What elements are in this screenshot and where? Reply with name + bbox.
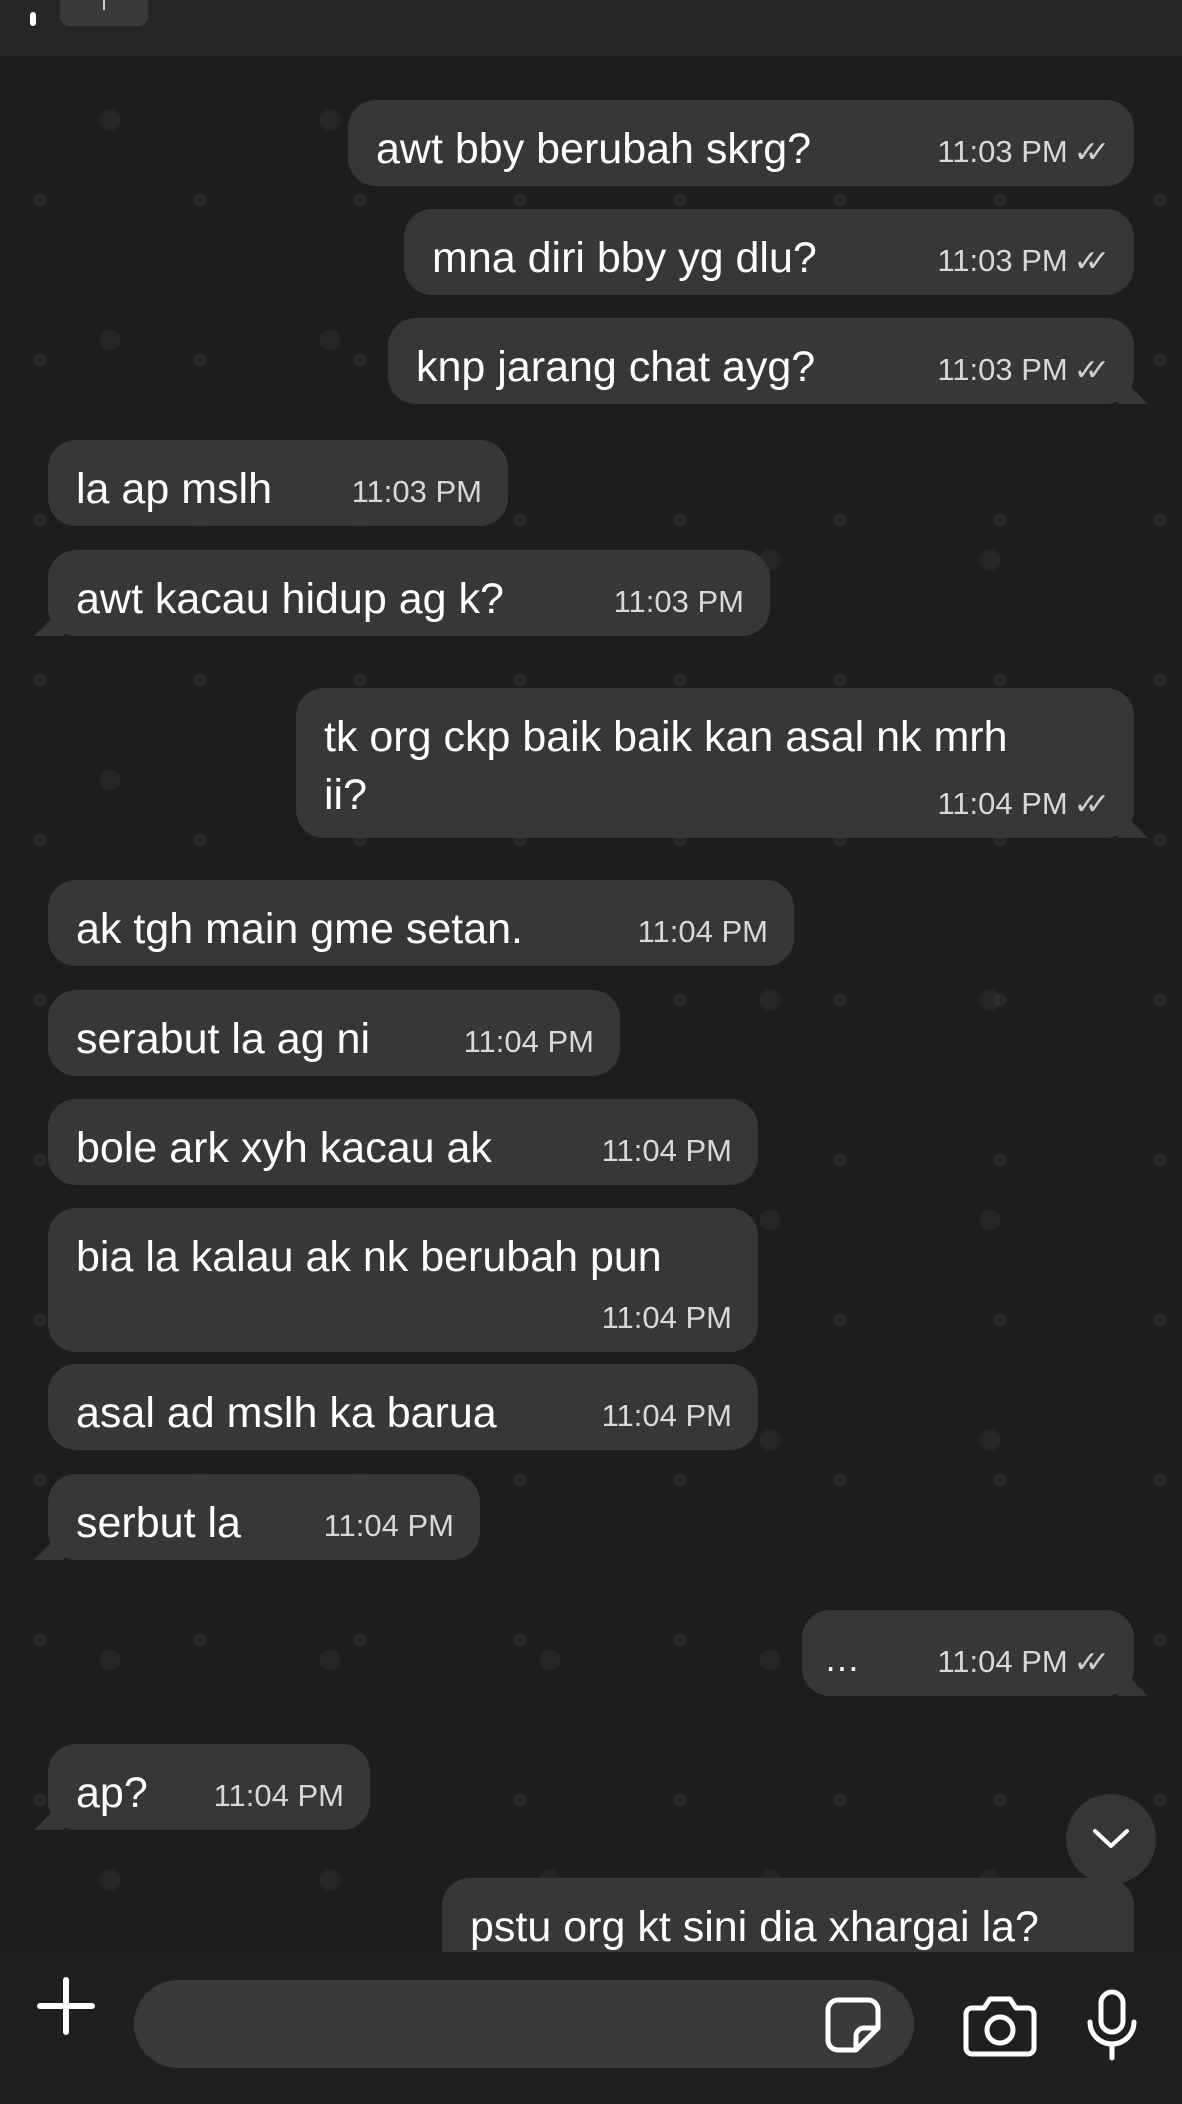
message-time: 11:04 PM — [213, 1778, 344, 1813]
chat-area[interactable]: awt bby berubah skrg? 11:03 PM ✓✓ mna di… — [0, 0, 1182, 1952]
message-meta: 11:03 PM — [352, 474, 482, 510]
camera-button[interactable] — [962, 1992, 1038, 2058]
sticker-icon — [825, 1997, 881, 2053]
bubble-tail — [34, 606, 64, 636]
read-receipt-icon: ✓✓ — [1073, 244, 1110, 278]
microphone-icon — [1087, 1989, 1137, 2061]
message-meta: 11:03 PM ✓✓ — [937, 352, 1110, 388]
attach-button[interactable] — [34, 1974, 98, 2038]
microphone-button[interactable] — [1082, 1988, 1142, 2062]
message-meta: 11:04 PM — [214, 1778, 344, 1814]
message-bubble-incoming[interactable]: la ap mslh 11:03 PM — [48, 440, 508, 526]
message-text: bia la kalau ak nk berubah pun — [76, 1233, 662, 1281]
message-meta: 11:04 PM — [638, 914, 768, 950]
message-bubble-incoming[interactable]: serbut la 11:04 PM — [34, 1474, 480, 1560]
message-time: 11:04 PM — [463, 1024, 594, 1059]
message-time: 11:04 PM — [601, 1300, 732, 1335]
message-input[interactable] — [134, 1980, 914, 2068]
message-bubble-outgoing[interactable]: tk org ckp baik baik kan asal nk mrh ii?… — [296, 688, 1148, 838]
message-meta: 11:03 PM — [614, 584, 744, 620]
top-bar — [0, 0, 1182, 56]
message-meta: 11:04 PM — [602, 1398, 732, 1434]
status-indicator — [30, 12, 36, 26]
message-bubble-incoming[interactable]: ap? 11:04 PM — [34, 1744, 370, 1830]
message-time: 11:04 PM — [937, 1644, 1068, 1679]
plus-icon — [37, 1977, 95, 2035]
message-time: 11:04 PM — [323, 1508, 454, 1543]
message-meta: 11:04 PM — [464, 1024, 594, 1060]
camera-icon — [963, 1996, 1037, 2057]
message-bubble-incoming[interactable]: serabut la ag ni 11:04 PM — [48, 990, 620, 1076]
bubble-tail — [34, 1800, 64, 1830]
bubble-tail — [1118, 808, 1148, 838]
chevron-down-icon — [1093, 1829, 1129, 1848]
message-bubble-incoming[interactable]: bole ark xyh kacau ak 11:04 PM — [48, 1099, 758, 1185]
message-time: 11:04 PM — [937, 786, 1068, 821]
bubble-tail — [1118, 1666, 1148, 1696]
message-time: 11:04 PM — [601, 1398, 732, 1433]
message-time: 11:03 PM — [351, 474, 482, 509]
read-receipt-icon: ✓✓ — [1073, 787, 1110, 821]
message-text-line-1: tk org ckp baik baik kan asal nk mrh — [324, 713, 1008, 761]
scroll-down-button[interactable] — [1066, 1794, 1156, 1884]
input-bar — [0, 1952, 1182, 2104]
message-time: 11:03 PM — [937, 134, 1068, 169]
message-text: pstu org kt sini dia xhargai la? — [470, 1903, 1039, 1951]
top-pill-button[interactable] — [60, 0, 148, 26]
sticker-button[interactable] — [822, 1994, 884, 2056]
message-bubble-incoming[interactable]: ak tgh main gme setan. 11:04 PM — [48, 880, 794, 966]
message-meta: 11:04 PM ✓✓ — [937, 1644, 1110, 1680]
message-time: 11:03 PM — [937, 243, 1068, 278]
message-bubble-incoming[interactable]: asal ad mslh ka barua 11:04 PM — [48, 1364, 758, 1450]
message-meta: 11:03 PM ✓✓ — [937, 134, 1110, 170]
message-time: 11:04 PM — [637, 914, 768, 949]
message-bubble-outgoing[interactable]: pstu org kt sini dia xhargai la? — [442, 1878, 1134, 1952]
read-receipt-icon: ✓✓ — [1073, 135, 1110, 169]
message-bubble-incoming[interactable]: awt kacau hidup ag k? 11:03 PM — [34, 550, 770, 636]
bubble-tail — [34, 1530, 64, 1560]
message-meta: 11:03 PM ✓✓ — [937, 243, 1110, 279]
message-bubble-outgoing[interactable]: awt bby berubah skrg? 11:03 PM ✓✓ — [348, 100, 1134, 186]
message-bubble-outgoing[interactable]: knp jarang chat ayg? 11:03 PM ✓✓ — [388, 318, 1148, 404]
message-meta: 11:04 PM — [324, 1508, 454, 1544]
message-bubble-outgoing[interactable]: … 11:04 PM ✓✓ — [802, 1610, 1148, 1696]
message-meta: 11:04 PM — [602, 1133, 732, 1169]
message-bubble-outgoing[interactable]: mna diri bby yg dlu? 11:03 PM ✓✓ — [404, 209, 1134, 295]
bubble-tail — [1118, 374, 1148, 404]
message-time: 11:03 PM — [613, 584, 744, 619]
read-receipt-icon: ✓✓ — [1073, 1645, 1110, 1679]
message-bubble-incoming[interactable]: bia la kalau ak nk berubah pun 11:04 PM — [48, 1208, 758, 1352]
message-time: 11:03 PM — [937, 352, 1068, 387]
message-meta: 11:04 PM ✓✓ — [937, 786, 1110, 822]
message-meta: 11:04 PM — [602, 1300, 732, 1336]
read-receipt-icon: ✓✓ — [1073, 353, 1110, 387]
message-time: 11:04 PM — [601, 1133, 732, 1168]
